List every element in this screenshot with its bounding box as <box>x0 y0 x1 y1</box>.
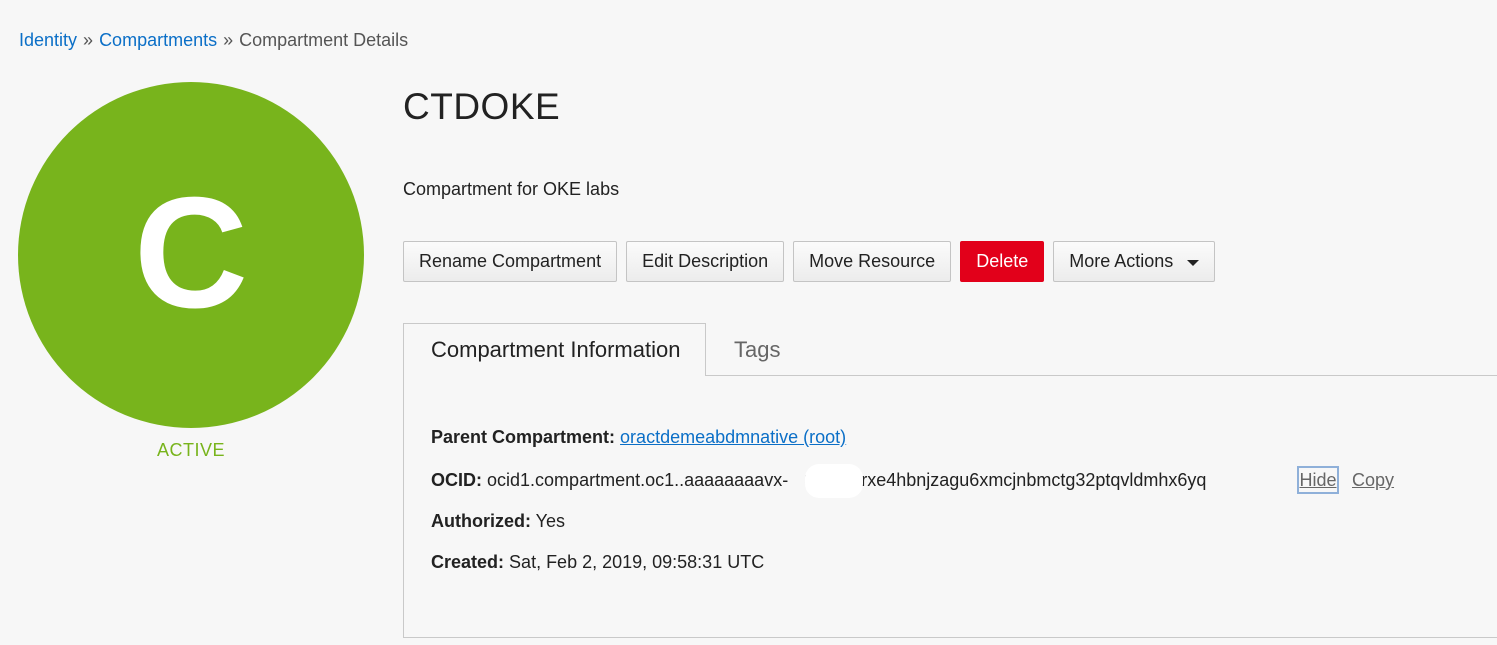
authorized-value: Yes <box>535 511 566 531</box>
breadcrumb-current: Compartment Details <box>239 30 409 50</box>
breadcrumb-identity-link[interactable]: Identity <box>19 30 77 50</box>
compartment-info-panel <box>403 375 1497 638</box>
ocid-row: OCID: ocid1.compartment.oc1..aaaaaaaavx-… <box>431 464 1207 498</box>
parent-compartment-label: Parent Compartment: <box>431 427 616 447</box>
avatar-letter: C <box>133 165 249 341</box>
ocid-label: OCID: <box>431 470 482 490</box>
status-label: ACTIVE <box>156 440 225 460</box>
compartment-avatar: C <box>18 82 364 428</box>
authorized-row: Authorized: Yes <box>431 511 565 532</box>
breadcrumb-separator: » <box>83 30 94 50</box>
tab-label: Tags <box>734 336 781 362</box>
parent-compartment-link[interactable]: oractdemeabdmnative (root) <box>620 427 846 447</box>
tab-label: Compartment Information <box>431 337 681 362</box>
caret-down-icon <box>1187 259 1200 266</box>
breadcrumb: Identity» Compartments» Compartment Detail… <box>19 30 408 51</box>
created-label: Created: <box>431 552 505 572</box>
more-actions-button[interactable]: More Actions <box>1053 241 1216 282</box>
more-actions-label: More Actions <box>1069 251 1174 271</box>
action-toolbar: Rename Compartment Edit Description Move… <box>403 241 1216 282</box>
move-resource-button[interactable]: Move Resource <box>793 241 952 282</box>
page-title: CTDOKE <box>403 86 561 127</box>
rename-compartment-button[interactable]: Rename Compartment <box>403 241 618 282</box>
created-value: Sat, Feb 2, 2019, 09:58:31 UTC <box>509 552 765 572</box>
edit-description-button[interactable]: Edit Description <box>626 241 785 282</box>
delete-button[interactable]: Delete <box>960 241 1045 282</box>
ocid-value: ocid1.compartment.oc1..aaaaaaaavx- 3j7iml… <box>487 464 1207 498</box>
copy-ocid-link[interactable]: Copy <box>1352 470 1394 491</box>
hide-ocid-link[interactable]: Hide <box>1297 466 1339 494</box>
compartment-description: Compartment for OKE labs <box>403 179 620 199</box>
tab-compartment-information[interactable]: Compartment Information <box>403 323 706 376</box>
ocid-value-head: ocid1.compartment.oc1..aaaaaaaavx- <box>487 470 789 490</box>
created-row: Created: Sat, Feb 2, 2019, 09:58:31 UTC <box>431 552 764 573</box>
breadcrumb-separator: » <box>223 30 234 50</box>
redaction-mark <box>805 464 864 498</box>
breadcrumb-compartments-link[interactable]: Compartments <box>99 30 217 50</box>
ocid-value-tail: 3j7iml4rxe4hbnjzagu6xmcjnbmctg32ptqvldmh… <box>804 470 1207 490</box>
tab-tags[interactable]: Tags <box>734 323 780 376</box>
parent-compartment-row: Parent Compartment: oractdemeabdmnative … <box>431 427 846 448</box>
authorized-label: Authorized: <box>431 511 531 531</box>
